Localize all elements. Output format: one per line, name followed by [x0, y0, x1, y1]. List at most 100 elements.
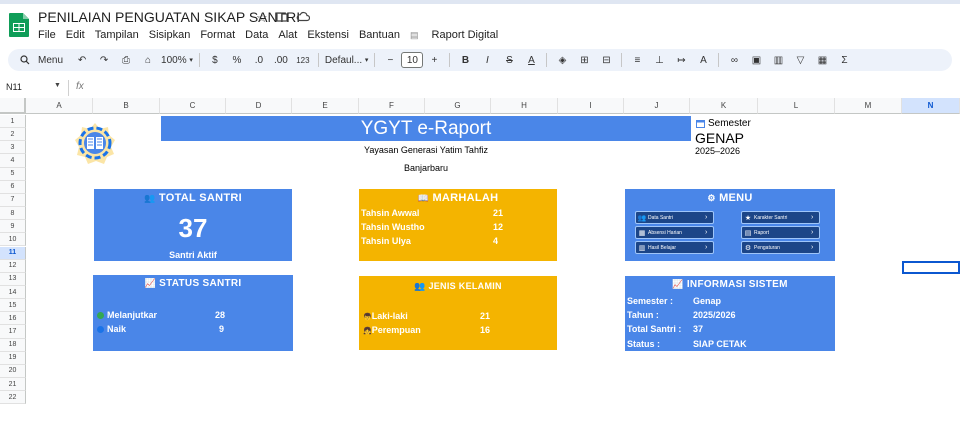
column-header[interactable]: N — [902, 98, 960, 114]
row-header[interactable]: 11 — [0, 246, 26, 260]
currency-button[interactable]: $ — [206, 51, 224, 69]
column-header[interactable]: L — [758, 98, 835, 114]
title-actions: ☆ — [256, 10, 310, 26]
menu-button-raport[interactable]: ▤ Raport › — [741, 226, 820, 239]
row-header[interactable]: 21 — [0, 378, 26, 392]
menu-bantuan[interactable]: Bantuan — [359, 29, 400, 41]
vertical-align-icon[interactable]: ⊥ — [650, 51, 668, 69]
row-header[interactable]: 6 — [0, 180, 26, 194]
menu-button-hasil-belajar[interactable]: ▥ Hasil Belajar › — [635, 241, 714, 254]
undo-icon[interactable]: ↶ — [73, 51, 91, 69]
print-icon[interactable]: ⎙ — [117, 51, 135, 69]
org-name: Yayasan Generasi Yatim Tahfiz — [364, 145, 488, 155]
column-header[interactable]: B — [93, 98, 160, 114]
row-header[interactable]: 10 — [0, 233, 26, 247]
horizontal-align-icon[interactable]: ≡ — [628, 51, 646, 69]
menu-search-label[interactable]: Menu — [38, 51, 63, 69]
move-folder-icon[interactable] — [276, 10, 288, 26]
row-header[interactable]: 19 — [0, 351, 26, 365]
column-header[interactable]: K — [690, 98, 758, 114]
column-header[interactable]: C — [160, 98, 226, 114]
select-all-corner[interactable] — [0, 98, 26, 114]
functions-button[interactable]: Σ — [835, 51, 853, 69]
row-header[interactable]: 14 — [0, 285, 26, 300]
column-header[interactable]: F — [359, 98, 425, 114]
insert-chart-icon[interactable]: ▥ — [769, 51, 787, 69]
menu-file[interactable]: File — [38, 29, 56, 41]
fill-color-icon[interactable]: ◈ — [553, 51, 571, 69]
column-header[interactable]: H — [491, 98, 558, 114]
column-header[interactable]: E — [292, 98, 359, 114]
number-format-button[interactable]: 123 — [294, 51, 312, 69]
selected-cell-outline[interactable] — [902, 261, 960, 274]
font-select[interactable]: Defaul... ▾ — [325, 51, 369, 69]
italic-button[interactable]: I — [478, 51, 496, 69]
menu-data[interactable]: Data — [245, 29, 268, 41]
menu-button-karakter-santri[interactable]: ★ Karakter Santri › — [741, 211, 820, 224]
menu-sisipkan[interactable]: Sisipkan — [149, 29, 191, 41]
row-header[interactable]: 7 — [0, 193, 26, 208]
font-size-decrease-button[interactable]: − — [381, 51, 399, 69]
jenis-kelamin-title-text: JENIS KELAMIN — [428, 281, 502, 291]
chevron-down-icon[interactable]: ▼ — [54, 82, 61, 89]
gear-icon: ⚙ — [707, 193, 716, 203]
row-header[interactable]: 22 — [0, 391, 26, 405]
formula-input[interactable] — [92, 81, 952, 95]
column-header[interactable]: M — [835, 98, 902, 114]
menu-raport-digital[interactable]: ▤ Raport Digital — [410, 29, 508, 41]
menu-edit[interactable]: Edit — [66, 29, 85, 41]
paint-format-icon[interactable]: ⌂ — [139, 51, 157, 69]
column-header[interactable]: G — [425, 98, 491, 114]
menu-button-pengaturan[interactable]: ⚙ Pengaturan › — [741, 241, 820, 254]
row-header[interactable]: 1 — [0, 115, 26, 129]
menu-ekstensi[interactable]: Ekstensi — [307, 29, 349, 41]
row-header[interactable]: 16 — [0, 312, 26, 326]
column-header[interactable]: I — [558, 98, 624, 114]
percent-button[interactable]: % — [228, 51, 246, 69]
increase-decimal-button[interactable]: .00 — [272, 51, 290, 69]
row-header[interactable]: 18 — [0, 338, 26, 352]
bold-button[interactable]: B — [456, 51, 474, 69]
column-header[interactable]: A — [26, 98, 93, 114]
font-size-increase-button[interactable]: + — [425, 51, 443, 69]
zoom-select[interactable]: 100% ▾ — [161, 51, 193, 69]
row-header[interactable]: 20 — [0, 364, 26, 378]
row-header[interactable]: 4 — [0, 154, 26, 168]
merge-cells-icon[interactable]: ⊟ — [597, 51, 615, 69]
row-header[interactable]: 12 — [0, 259, 26, 273]
cloud-status-icon[interactable] — [296, 10, 310, 26]
text-wrap-icon[interactable]: ↦ — [672, 51, 690, 69]
insert-link-icon[interactable]: ∞ — [725, 51, 743, 69]
menu-button-data-santri[interactable]: 👥 Data Santri › — [635, 211, 714, 224]
text-color-button[interactable]: A — [522, 51, 540, 69]
menu-button-label: Karakter Santri — [754, 214, 788, 221]
column-header[interactable]: J — [624, 98, 690, 114]
menu-alat[interactable]: Alat — [278, 29, 297, 41]
row-header[interactable]: 17 — [0, 325, 26, 339]
row-header[interactable]: 8 — [0, 207, 26, 221]
menu-tampilan[interactable]: Tampilan — [95, 29, 139, 41]
filter-views-icon[interactable]: ▦ — [813, 51, 831, 69]
row-header[interactable]: 5 — [0, 167, 26, 181]
star-icon[interactable]: ☆ — [256, 10, 268, 26]
row-header[interactable]: 13 — [0, 272, 26, 286]
menu-button-absensi-harian[interactable]: ▦ Absensi Harian › — [635, 226, 714, 239]
insert-comment-icon[interactable]: ▣ — [747, 51, 765, 69]
menu-format[interactable]: Format — [200, 29, 235, 41]
redo-icon[interactable]: ↷ — [95, 51, 113, 69]
toolbar-divider — [449, 53, 451, 67]
strikethrough-button[interactable]: S — [500, 51, 518, 69]
row-header[interactable]: 3 — [0, 141, 26, 155]
row-header[interactable]: 2 — [0, 128, 26, 142]
name-box[interactable]: N11 — [6, 82, 22, 92]
row-header[interactable]: 15 — [0, 299, 26, 313]
font-size-input[interactable]: 10 — [401, 52, 424, 68]
borders-icon[interactable]: ⊞ — [575, 51, 593, 69]
menu-search-icon[interactable] — [16, 51, 34, 69]
text-rotate-icon[interactable]: A — [694, 51, 712, 69]
sheets-logo-icon[interactable] — [8, 12, 30, 38]
decrease-decimal-button[interactable]: .0 — [250, 51, 268, 69]
column-header[interactable]: D — [226, 98, 292, 114]
row-header[interactable]: 9 — [0, 220, 26, 234]
filter-icon[interactable]: ▽ — [791, 51, 809, 69]
